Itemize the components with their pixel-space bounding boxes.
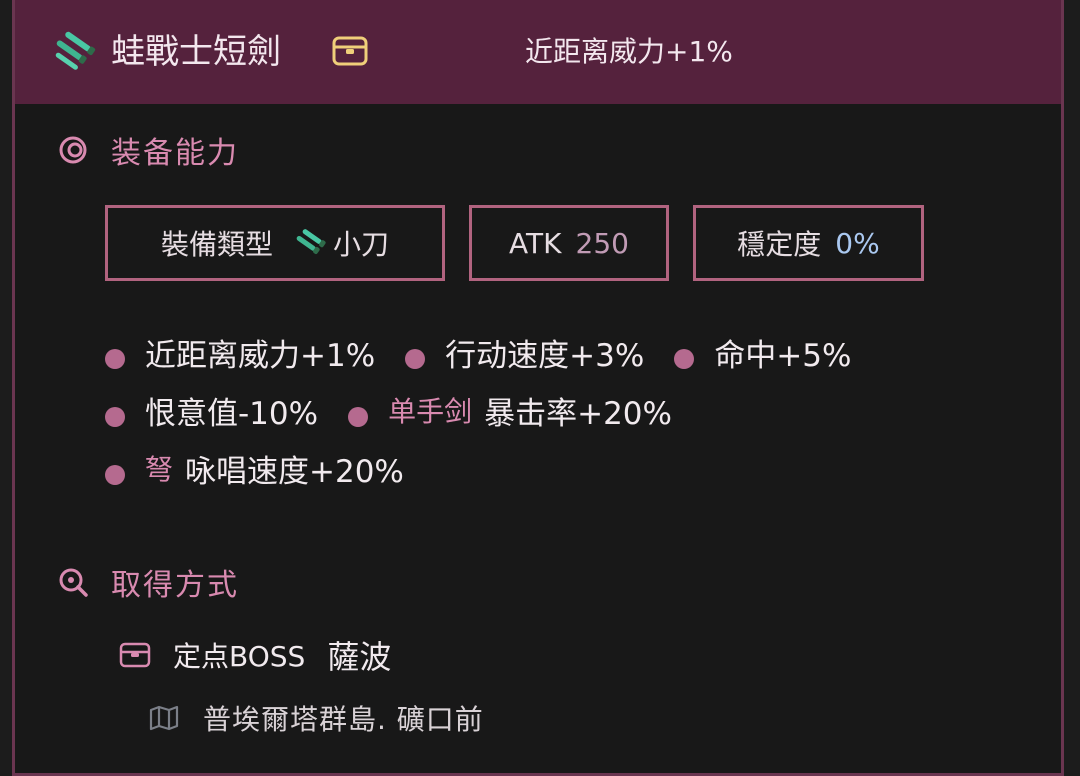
stat-row-1: 近距离威力+1% 行动速度+3% 命中+5% xyxy=(105,328,881,376)
stat-text: 近距离威力+1% xyxy=(145,337,376,374)
stat-item: 单手剑 暴击率+20% xyxy=(348,388,672,433)
bullet-icon xyxy=(105,407,125,427)
stat-text: 暴击率+20% xyxy=(484,395,672,432)
chest-icon xyxy=(119,642,151,668)
equip-type-box: 裝備類型 小刀 xyxy=(105,205,445,281)
source-row[interactable]: 定点BOSS 薩波 xyxy=(119,632,391,678)
stat-text: 命中+5% xyxy=(714,337,852,374)
chest-icon[interactable] xyxy=(331,34,369,68)
stat-item: 恨意值-10% xyxy=(105,388,318,433)
bullet-icon xyxy=(405,349,426,369)
map-icon xyxy=(149,705,179,731)
equip-section-header: 装备能力 xyxy=(57,130,239,171)
equip-type-label: 裝備類型 xyxy=(160,228,273,261)
atk-label: ATK xyxy=(509,226,562,260)
stat-condition: 弩 xyxy=(145,453,174,486)
stability-value: 0% xyxy=(835,226,880,260)
header-main-stat: 近距离威力+1% xyxy=(525,35,733,68)
atk-box: ATK 250 xyxy=(469,205,669,281)
item-card: 蛙戰士短劍 近距离威力+1% 装备能力 裝備類型 小刀 ATK 250 穩定度 … xyxy=(12,0,1064,776)
green-dagger-icon xyxy=(55,31,96,70)
source-section-header: 取得方式 xyxy=(57,562,239,603)
search-icon xyxy=(59,568,88,597)
source-type: 定点BOSS xyxy=(173,640,306,673)
source-section-title: 取得方式 xyxy=(111,568,239,603)
stat-item: 命中+5% xyxy=(674,330,851,375)
stat-item: 行动速度+3% xyxy=(405,330,644,375)
bullet-icon xyxy=(105,349,125,369)
dagger-icon xyxy=(296,229,326,255)
stat-item: 弩 咏唱速度+20% xyxy=(105,446,404,491)
stat-condition: 单手剑 xyxy=(388,395,473,428)
bullet-icon xyxy=(348,407,369,427)
source-boss-name[interactable]: 薩波 xyxy=(327,632,391,678)
circle-icon xyxy=(59,136,87,164)
location-row[interactable]: 普埃爾塔群島. 礦口前 xyxy=(149,698,484,738)
stat-row-3: 弩 咏唱速度+20% xyxy=(105,444,434,492)
atk-value: 250 xyxy=(575,226,629,260)
stability-box: 穩定度 0% xyxy=(693,205,924,281)
stability-label: 穩定度 xyxy=(737,228,822,261)
stat-row-2: 恨意值-10% 单手剑 暴击率+20% xyxy=(105,386,702,434)
item-header: 蛙戰士短劍 近距离威力+1% xyxy=(15,0,1061,104)
bullet-icon xyxy=(674,349,695,369)
stat-item: 近距离威力+1% xyxy=(105,330,375,375)
stat-text: 行动速度+3% xyxy=(445,337,645,374)
stat-text: 咏唱速度+20% xyxy=(185,453,404,490)
equip-section-title: 装备能力 xyxy=(111,136,239,171)
bullet-icon xyxy=(105,465,125,485)
stat-text: 恨意值-10% xyxy=(145,395,319,432)
location-text: 普埃爾塔群島. 礦口前 xyxy=(203,703,484,736)
item-name: 蛙戰士短劍 xyxy=(111,32,281,72)
equip-type-value: 小刀 xyxy=(333,228,390,261)
